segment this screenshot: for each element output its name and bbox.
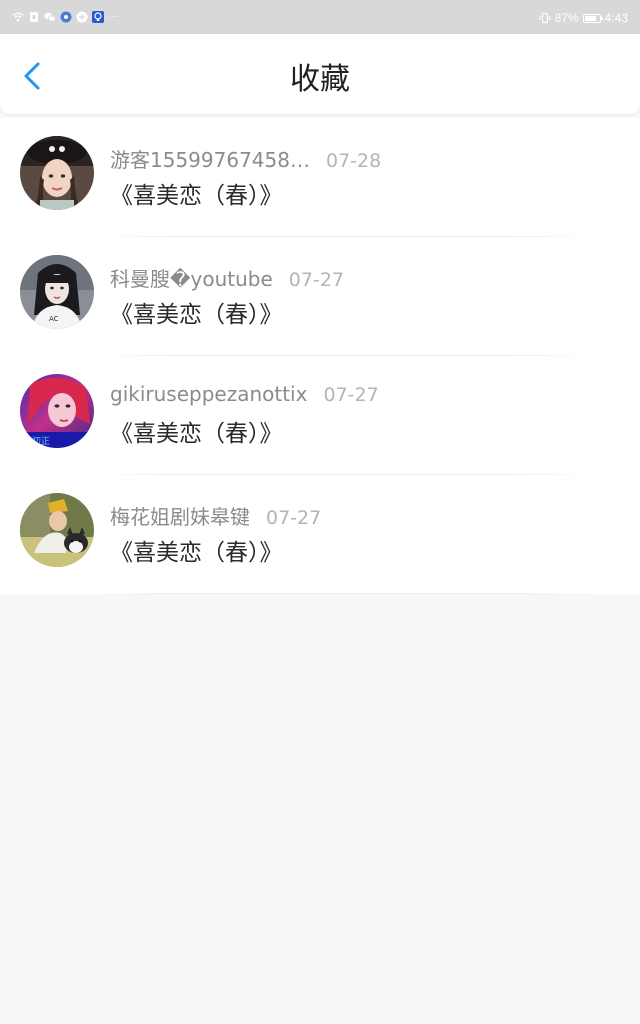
list-item[interactable]: AC 科曼膄�youtube 07-27 《喜美恋（春）》 [0,237,640,356]
username: 科曼膄�youtube [110,267,273,291]
username: 游客15599767458… [110,148,310,172]
status-notification-icons: ··· [12,10,118,24]
svg-text:初正: 初正 [32,435,50,447]
wifi-icon [12,11,24,23]
wechat-icon [44,11,56,23]
list-item[interactable]: 梅花姐剧妹皋键 07-27 《喜美恋（春）》 [0,475,640,594]
battery-icon [582,13,604,23]
username: 梅花姐剧妹皋键 [110,505,250,529]
work-title[interactable]: 《喜美恋（春）》 [110,176,283,210]
bulb-icon [92,11,104,23]
svg-text:AC: AC [49,315,59,323]
music-icon [60,11,72,23]
list-item[interactable]: 游客15599767458… 07-28 《喜美恋（春）》 [0,118,640,237]
date: 07-27 [288,269,344,291]
work-title[interactable]: 《喜美恋（春）》 [110,533,283,567]
username: gikiruseppezanottix [110,382,308,406]
app-icon [76,11,88,23]
status-system-info: 87% 4:43 [539,10,628,26]
work-title[interactable]: 《喜美恋（春）》 [110,414,283,448]
sim-icon [28,11,40,23]
avatar[interactable] [20,493,94,567]
divider [100,593,600,594]
avatar[interactable]: 初正 [20,374,94,448]
status-bar: ··· 87% 4:43 [0,0,640,34]
date: 07-28 [325,150,382,172]
item-meta: gikiruseppezanottix 07-27 [110,382,379,406]
page-title: 收藏 [290,62,350,97]
header: 收藏 [0,34,640,114]
more-notifications-indicator: ··· [108,11,118,22]
clock: 4:43 [604,11,628,25]
item-meta: 科曼膄�youtube 07-27 [110,263,344,292]
battery-level-fill [584,15,596,21]
work-title[interactable]: 《喜美恋（春）》 [110,295,283,329]
list-item[interactable]: 初正 gikiruseppezanottix 07-27 《喜美恋（春）》 [0,356,640,475]
avatar[interactable] [20,136,94,210]
favorites-list: 游客15599767458… 07-28 《喜美恋（春）》 AC 科曼膄�you… [0,118,640,594]
avatar[interactable]: AC [20,255,94,329]
date: 07-27 [323,384,379,406]
item-meta: 游客15599767458… 07-28 [110,144,381,173]
item-meta: 梅花姐剧妹皋键 07-27 [110,501,321,530]
date: 07-27 [266,507,322,529]
battery-percent: 87% [554,11,579,25]
vibrate-icon [539,12,551,24]
